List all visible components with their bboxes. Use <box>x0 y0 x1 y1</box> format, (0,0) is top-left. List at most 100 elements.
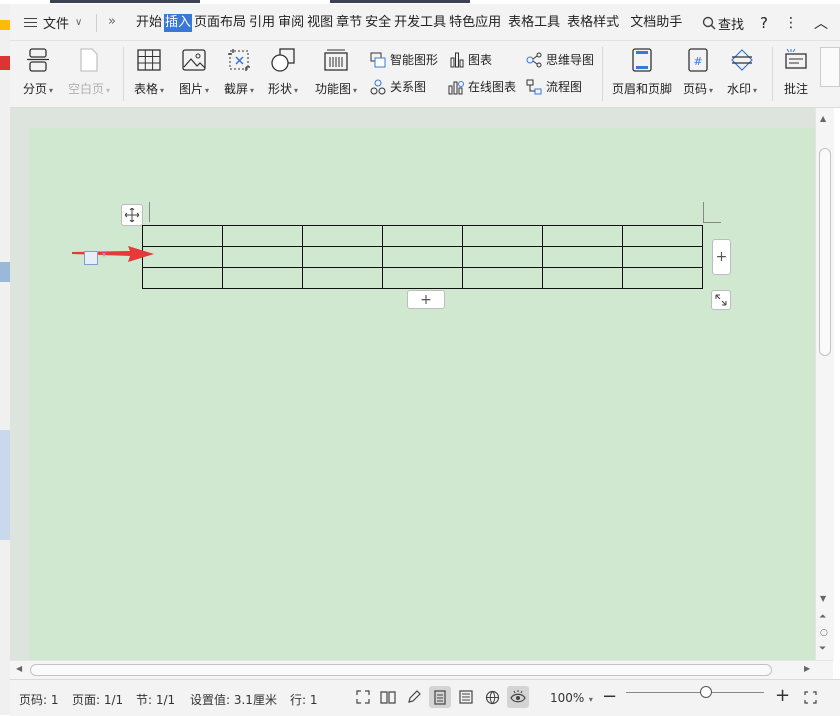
tab-features[interactable]: 特色应用 <box>448 14 502 32</box>
divider <box>123 47 124 101</box>
eye-protection-icon[interactable] <box>507 686 529 708</box>
status-page-number[interactable]: 页码: 1 <box>19 691 59 708</box>
scroll-left-icon[interactable]: ◀ <box>16 664 22 673</box>
web-view-icon[interactable] <box>481 686 503 708</box>
table-cell[interactable] <box>222 246 303 268</box>
watermark-button[interactable]: 水印 ▾ <box>727 47 757 97</box>
tab-view[interactable]: 视图 <box>306 14 334 32</box>
table-cell[interactable] <box>622 225 703 247</box>
online-chart-icon <box>448 80 464 94</box>
status-pages[interactable]: 页面: 1/1 <box>72 691 123 708</box>
picture-button[interactable]: 图片 ▾ <box>179 47 209 97</box>
more-icon[interactable]: ⋮ <box>784 15 798 31</box>
relation-chart-icon <box>370 79 386 94</box>
select-browse-icon[interactable]: ○ <box>820 628 828 638</box>
zoom-out-button[interactable]: − <box>602 686 617 707</box>
zoom-slider-track[interactable] <box>626 692 764 693</box>
tab-table-style[interactable]: 表格样式 <box>566 14 620 32</box>
function-chart-button[interactable]: 功能图 ▾ <box>315 47 357 97</box>
table-cell[interactable] <box>222 267 303 289</box>
horizontal-scrollbar[interactable]: ◀ ▶ <box>10 660 833 679</box>
paragraph-options-icon[interactable] <box>84 251 98 265</box>
document-page[interactable] <box>29 128 815 660</box>
outline-view-icon[interactable] <box>455 686 477 708</box>
table-cell[interactable] <box>462 225 543 247</box>
table-resize-handle[interactable] <box>711 290 731 310</box>
zoom-level[interactable]: 100% ▾ <box>550 691 593 705</box>
header-footer-button[interactable]: 页眉和页脚 <box>612 47 672 97</box>
table-cell[interactable] <box>542 267 623 289</box>
fit-window-icon[interactable] <box>799 686 821 708</box>
page-view-icon[interactable] <box>429 686 451 708</box>
table-cell[interactable] <box>142 267 223 289</box>
tab-review[interactable]: 审阅 <box>277 14 305 32</box>
next-page-icon[interactable]: ⏷ <box>819 644 826 654</box>
table-cell[interactable] <box>302 267 383 289</box>
table-cell[interactable] <box>382 267 463 289</box>
scroll-right-icon[interactable]: ▶ <box>804 664 810 673</box>
table-cell[interactable] <box>382 246 463 268</box>
page-break-button[interactable]: 分页 ▾ <box>23 47 53 97</box>
table-button[interactable]: 表格 ▾ <box>134 47 164 97</box>
blank-page-button[interactable]: 空白页 ▾ <box>68 47 110 97</box>
more-tabs-icon[interactable]: » <box>108 14 116 29</box>
table-row[interactable] <box>142 225 703 247</box>
horizontal-scroll-thumb[interactable] <box>30 664 772 676</box>
flow-chart-button[interactable]: 流程图 <box>526 78 582 95</box>
table-row[interactable] <box>142 267 703 289</box>
scroll-down-icon[interactable]: ▼ <box>820 594 826 603</box>
table-cell[interactable] <box>302 225 383 247</box>
scroll-up-icon[interactable]: ▲ <box>820 114 826 123</box>
table-cell[interactable] <box>302 246 383 268</box>
add-column-button[interactable]: + <box>712 239 731 275</box>
chart-button[interactable]: 图表 <box>450 51 492 68</box>
screenshot-button[interactable]: 截屏 ▾ <box>224 47 254 97</box>
table-move-handle[interactable] <box>121 204 143 226</box>
tab-page-layout[interactable]: 页面布局 <box>193 14 247 32</box>
table-cell[interactable] <box>462 267 543 289</box>
status-section[interactable]: 节: 1/1 <box>136 691 175 708</box>
reading-mode-icon[interactable] <box>377 686 399 708</box>
table-cell[interactable] <box>622 246 703 268</box>
vertical-scrollbar[interactable]: ▲ ▼ ⏶ ○ ⏷ <box>815 108 834 660</box>
ribbon-toolbar: 分页 ▾ 空白页 ▾ 表格 ▾ 图片 ▾ 截屏 ▾ 形状 ▾ 功能图 ▾ 智能图形 图表 思维… <box>10 41 840 108</box>
status-row[interactable]: 行: 1 <box>290 691 318 708</box>
file-menu[interactable]: 文件 ∨ <box>24 13 82 32</box>
vertical-scroll-thumb[interactable] <box>819 148 831 356</box>
collapse-ribbon-icon[interactable]: ︿ <box>814 13 828 33</box>
tab-section[interactable]: 章节 <box>335 14 363 32</box>
chevron-down-icon[interactable]: ▾ <box>102 250 106 259</box>
document-table[interactable] <box>142 225 703 289</box>
table-cell[interactable] <box>222 225 303 247</box>
tab-developer[interactable]: 开发工具 <box>393 14 447 32</box>
tab-table-tools[interactable]: 表格工具 <box>507 14 561 32</box>
page-number-button[interactable]: # 页码 ▾ <box>683 47 713 97</box>
table-cell[interactable] <box>542 246 623 268</box>
full-screen-icon[interactable] <box>352 686 374 708</box>
tab-home[interactable]: 开始 <box>135 14 163 32</box>
add-row-button[interactable]: + <box>407 290 445 309</box>
help-icon[interactable]: ? <box>760 14 768 32</box>
status-setting[interactable]: 设置值: 3.1厘米 <box>190 691 277 708</box>
pen-icon[interactable] <box>403 686 425 708</box>
comment-button[interactable]: 批注 <box>783 47 809 97</box>
table-cell[interactable] <box>382 225 463 247</box>
relation-chart-button[interactable]: 关系图 <box>370 78 426 95</box>
shape-button[interactable]: 形状 ▾ <box>268 47 298 97</box>
table-cell[interactable] <box>622 267 703 289</box>
smart-shape-button[interactable]: 智能图形 <box>370 51 438 68</box>
table-cell[interactable] <box>462 246 543 268</box>
tab-security[interactable]: 安全 <box>364 14 392 32</box>
tab-references[interactable]: 引用 <box>248 14 276 32</box>
table-row[interactable] <box>142 246 703 268</box>
zoom-slider-thumb[interactable] <box>699 686 712 698</box>
table-cell[interactable] <box>542 225 623 247</box>
prev-page-icon[interactable]: ⏶ <box>819 612 826 622</box>
mind-map-button[interactable]: 思维导图 <box>526 51 594 68</box>
online-chart-button[interactable]: 在线图表 <box>448 78 516 95</box>
page-corner-mark <box>703 222 721 223</box>
tab-doc-assistant[interactable]: 文档助手 <box>629 14 683 32</box>
tab-insert[interactable]: 插入 <box>164 14 193 32</box>
zoom-in-button[interactable]: + <box>775 685 790 706</box>
search-button[interactable]: 查找 <box>702 14 744 33</box>
